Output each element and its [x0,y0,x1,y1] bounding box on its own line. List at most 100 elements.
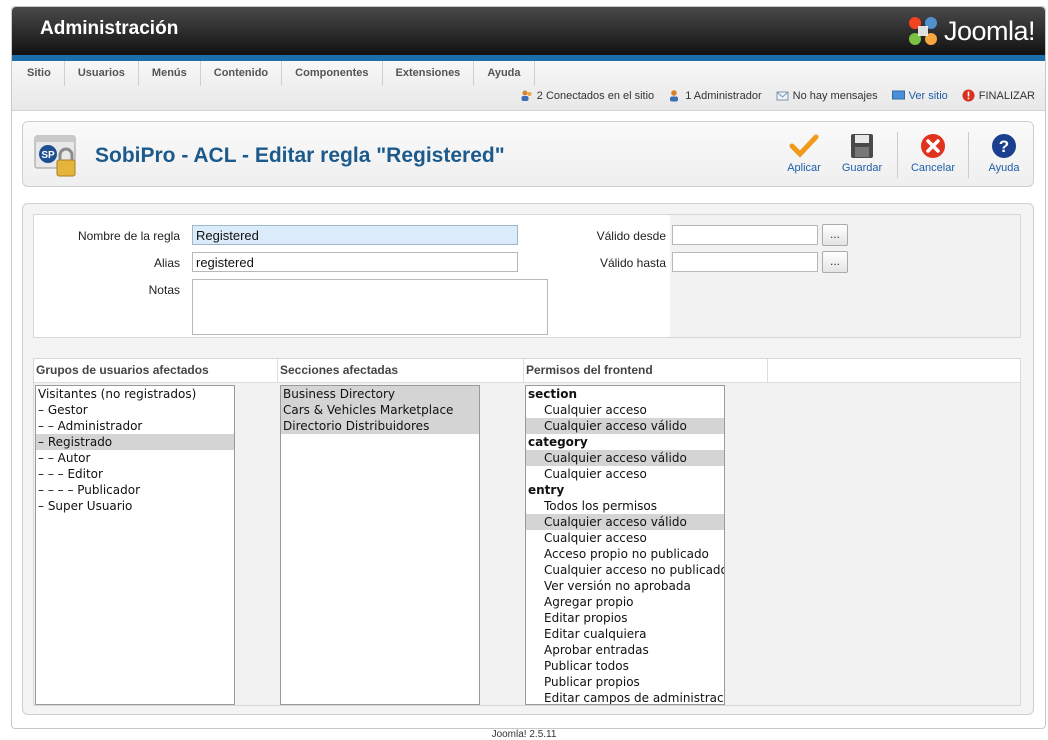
checkmark-icon [789,134,819,158]
permission-option[interactable]: Cualquier acceso válido [526,450,724,466]
power-icon [962,89,975,102]
page-title: SobiPro - ACL - Editar regla "Registered… [95,144,505,167]
status-messages: No hay mensajes [776,89,878,102]
help-question-icon: ? [992,134,1016,158]
svg-text:SP: SP [41,150,55,161]
section-option[interactable]: Business Directory [281,386,479,402]
menu-item-usuarios[interactable]: Usuarios [65,61,139,86]
group-option[interactable]: Visitantes (no registrados) [36,386,234,402]
logo-text: Joomla! [943,15,1036,46]
status-online: 2 Conectados en el sitio [520,89,654,102]
sections-listbox[interactable]: Business Directory Cars & Vehicles Market… [280,385,480,705]
permission-option[interactable]: Cualquier acceso válido [526,418,724,434]
joomla-logo-icon [908,17,937,45]
menu-item-ayuda[interactable]: Ayuda [474,61,535,86]
menu-item-menus[interactable]: Menús [139,61,201,86]
permission-option[interactable]: Todos los permisos [526,498,724,514]
permission-option[interactable]: Agregar propio [526,594,724,610]
footer-version: Joomla! 2.5.11 [491,729,557,740]
rule-form-left: Nombre de la regla Alias Notas Válido de… [34,215,670,337]
permission-option[interactable]: Cualquier acceso [526,402,724,418]
cancel-x-icon [921,134,945,158]
content-area: Nombre de la regla Alias Notas Válido de… [22,203,1034,715]
users-icon [521,90,532,101]
valid-from-label: Válido desde [596,229,666,243]
logout-text: FINALIZAR [978,89,1035,102]
status-online-text: 2 Conectados en el sitio [536,89,655,102]
rule-name-input[interactable] [192,225,518,245]
group-option[interactable]: – – Autor [36,450,234,466]
rule-name-label: Nombre de la regla [77,229,180,243]
admin-header: Administración Joomla! [12,7,1045,55]
apply-button[interactable]: Aplicar [775,128,833,182]
permission-option[interactable]: Editar propios [526,610,724,626]
status-admins-text: 1 Administrador [685,89,762,102]
group-option[interactable]: – – – – Publicador [36,482,234,498]
group-option[interactable]: – – Administrador [36,418,234,434]
permission-option[interactable]: Cualquier acceso no publicado [526,562,724,578]
empty-column-header [768,359,1020,383]
valid-to-date-button[interactable]: ... [822,251,848,273]
menu-item-extensiones[interactable]: Extensiones [383,61,475,86]
menu-item-componentes[interactable]: Componentes [282,61,383,86]
view-site-link[interactable]: Ver sitio [891,89,948,102]
main-menu: Sitio Usuarios Menús Contenido Component… [14,61,535,86]
permissions-grid: Grupos de usuarios afectados Secciones a… [33,358,1021,706]
permission-option[interactable]: Ver versión no aprobada [526,578,724,594]
groups-listbox[interactable]: Visitantes (no registrados) – Gestor – – A… [35,385,235,705]
permission-group-label: category [528,435,588,449]
valid-from-input[interactable] [672,225,818,245]
help-button[interactable]: ? Ayuda [975,128,1033,182]
toolbar-buttons: Aplicar Guardar Cancelar ? Ayuda [775,128,1033,182]
permission-option[interactable]: Publicar todos [526,658,724,674]
alias-label: Alias [153,256,180,270]
header-title: Administración [40,18,179,39]
message-icon [776,91,789,101]
permission-option[interactable]: Cualquier acceso [526,466,724,482]
admin-frame: Administración Joomla! Sitio Usuarios Me… [11,6,1046,729]
status-bar: 2 Conectados en el sitio 1 Administrador… [520,89,1035,102]
permission-option[interactable]: Publicar propios [526,674,724,690]
notes-textarea[interactable] [192,279,548,335]
permission-option[interactable]: Acceso propio no publicado [526,546,724,562]
sections-column-header: Secciones afectadas [278,359,524,383]
cancel-button[interactable]: Cancelar [904,128,962,182]
valid-to-label: Válido hasta [599,256,666,270]
permission-group-label: section [528,387,578,401]
save-button[interactable]: Guardar [833,128,891,182]
permissions-column-header: Permisos del frontend [524,359,768,383]
permissions-listbox[interactable]: section Cualquier acceso Cualquier acceso … [525,385,725,705]
cancel-label: Cancelar [910,162,956,174]
valid-from-date-button[interactable]: ... [822,224,848,246]
section-option[interactable]: Cars & Vehicles Marketplace [281,402,479,418]
group-option[interactable]: – Registrado [36,434,234,450]
permission-option[interactable]: Editar campos de administración [526,690,724,704]
permission-group-label: entry [528,483,565,497]
svg-text:?: ? [999,137,1009,156]
menu-item-sitio[interactable]: Sitio [14,61,65,86]
group-option[interactable]: – Super Usuario [36,498,234,514]
group-option[interactable]: – Gestor [36,402,234,418]
logout-link[interactable]: FINALIZAR [962,89,1035,102]
notes-label: Notas [148,283,180,297]
view-site-text: Ver sitio [908,89,948,102]
valid-to-input[interactable] [672,252,818,272]
menu-item-contenido[interactable]: Contenido [201,61,283,86]
toolbar-divider [968,132,969,178]
permission-option[interactable]: Cualquier acceso [526,530,724,546]
acl-lock-icon: SP [34,135,76,177]
permission-option[interactable]: Cualquier acceso válido [526,514,724,530]
permission-option[interactable]: Editar cualquiera [526,626,724,642]
alias-input[interactable] [192,252,518,272]
floppy-disk-icon [851,134,873,158]
toolbar: SP SobiPro - ACL - Editar regla "Registe… [22,121,1034,187]
joomla-logo: Joomla! [906,13,1036,49]
status-messages-text: No hay mensajes [792,89,878,102]
group-option[interactable]: – – – Editor [36,466,234,482]
permission-option[interactable]: Aprobar entradas [526,642,724,658]
help-label: Ayuda [988,162,1020,174]
section-option[interactable]: Directorio Distribuidores [281,418,479,434]
menubar: Sitio Usuarios Menús Contenido Component… [12,61,1045,111]
apply-label: Aplicar [787,162,821,174]
groups-column-header: Grupos de usuarios afectados [34,359,278,383]
